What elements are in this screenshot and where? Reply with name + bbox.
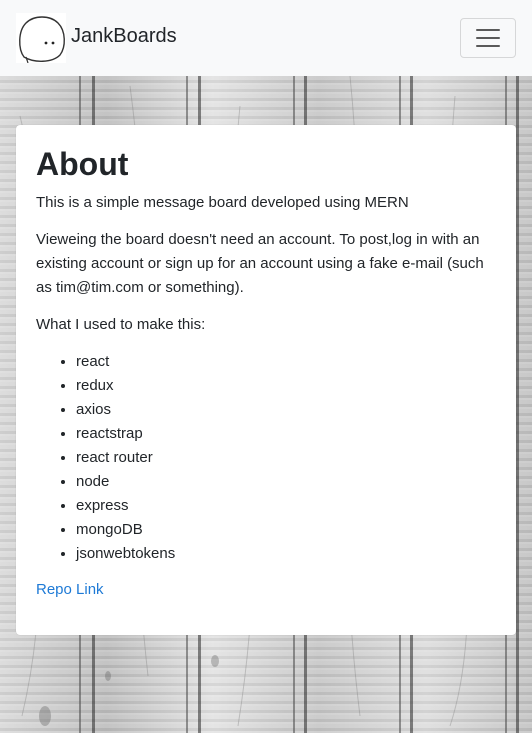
brand-name: JankBoards bbox=[71, 25, 177, 47]
hamburger-menu-icon bbox=[476, 29, 500, 47]
navbar-toggle-button[interactable] bbox=[460, 18, 516, 58]
brand-link[interactable]: JankBoards bbox=[16, 13, 177, 63]
list-item: reactstrap bbox=[76, 422, 496, 446]
list-item: express bbox=[76, 494, 496, 518]
tools-list: react redux axios reactstrap react route… bbox=[36, 350, 496, 566]
list-item: mongoDB bbox=[76, 518, 496, 542]
tools-heading: What I used to make this: bbox=[36, 316, 206, 334]
about-card: About This is a simple message board dev… bbox=[16, 125, 516, 635]
list-item: react bbox=[76, 350, 496, 374]
navbar: JankBoards bbox=[0, 0, 532, 76]
repo-link[interactable]: Repo Link bbox=[36, 581, 104, 598]
list-item: axios bbox=[76, 398, 496, 422]
list-item: redux bbox=[76, 374, 496, 398]
intro-text: This is a simple message board developed… bbox=[36, 194, 409, 212]
page-title: About bbox=[36, 146, 129, 182]
list-item: react router bbox=[76, 446, 496, 470]
account-note-text: Vieweing the board doesn't need an accou… bbox=[36, 231, 484, 297]
list-item: jsonwebtokens bbox=[76, 542, 496, 566]
list-item: node bbox=[76, 470, 496, 494]
doodle-face-logo-icon bbox=[16, 13, 66, 63]
